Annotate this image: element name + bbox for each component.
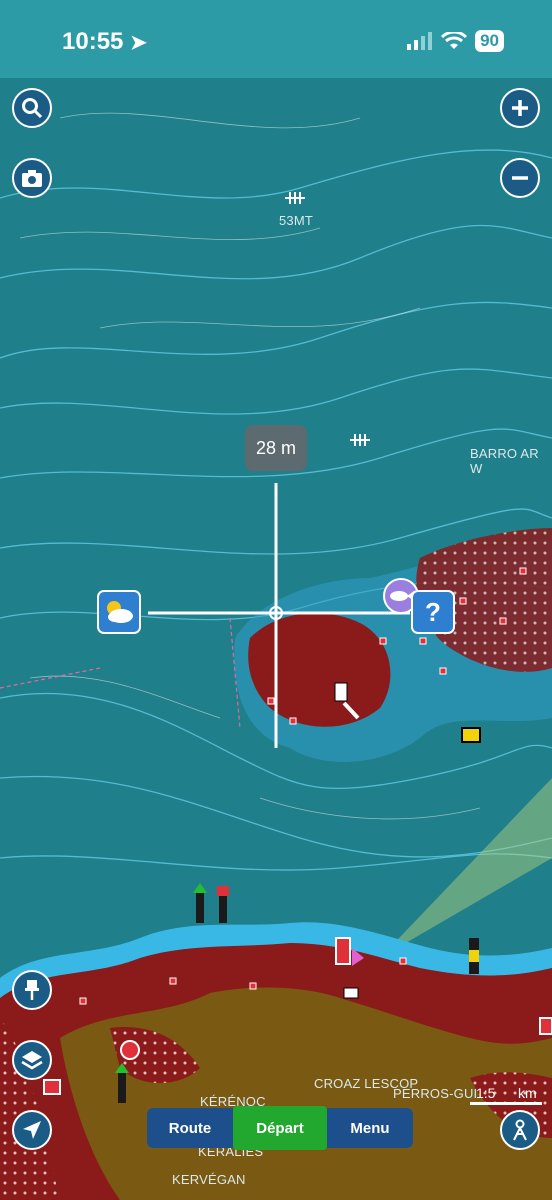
- zoom-in-icon: [512, 100, 528, 116]
- weather-button[interactable]: [97, 590, 141, 634]
- layers-icon: [21, 1051, 43, 1070]
- scale-line: [470, 1102, 542, 1105]
- camera-icon: [22, 170, 42, 187]
- zoom-out-icon: [512, 176, 528, 180]
- search-icon: [22, 98, 43, 119]
- weather-icon: [107, 601, 133, 623]
- bottom-action-bar: Route Départ Menu: [147, 1106, 413, 1150]
- person-button[interactable]: [500, 1110, 540, 1150]
- pin-button[interactable]: [12, 970, 52, 1010]
- battery-indicator: 90: [475, 30, 504, 52]
- scale-bar: 1:5 km: [468, 1085, 546, 1105]
- status-icons: 90: [407, 30, 504, 52]
- help-button[interactable]: ?: [411, 590, 455, 634]
- menu-button[interactable]: Menu: [327, 1108, 413, 1148]
- depth-readout: 28 m: [245, 425, 307, 471]
- scale-value: 1:5: [476, 1085, 496, 1101]
- zoom-out-button[interactable]: [500, 158, 540, 198]
- nautical-map[interactable]: 53MT BARRO AR W CROAZ LESCOP PERROS-GUI …: [0, 78, 552, 1200]
- help-icon: ?: [425, 596, 441, 627]
- location-arrow-small-icon: ➤: [130, 32, 147, 54]
- status-time: 10:55 ➤: [62, 28, 147, 56]
- route-button[interactable]: Route: [147, 1108, 233, 1148]
- scale-unit: km: [518, 1085, 537, 1101]
- zoom-in-button[interactable]: [500, 88, 540, 128]
- signal-icon: [407, 32, 433, 50]
- map-label-barro: BARRO AR W: [470, 446, 539, 476]
- layers-button[interactable]: [12, 1040, 52, 1080]
- person-icon: [513, 1119, 527, 1141]
- camera-button[interactable]: [12, 158, 52, 198]
- location-arrow-icon: [23, 1121, 41, 1139]
- pin-icon: [25, 980, 39, 1000]
- locate-button[interactable]: [12, 1110, 52, 1150]
- map-label-kervegan: KERVÉGAN: [172, 1172, 246, 1187]
- map-label-53mt: 53MT: [279, 213, 314, 228]
- status-bar: 10:55 ➤ 90: [0, 0, 552, 78]
- map-label-perros: PERROS-GUI: [393, 1086, 478, 1101]
- time-text: 10:55: [62, 28, 124, 55]
- search-button[interactable]: [12, 88, 52, 128]
- depart-button[interactable]: Départ: [233, 1106, 327, 1150]
- wifi-icon: [441, 32, 468, 49]
- map-background: [0, 78, 552, 1200]
